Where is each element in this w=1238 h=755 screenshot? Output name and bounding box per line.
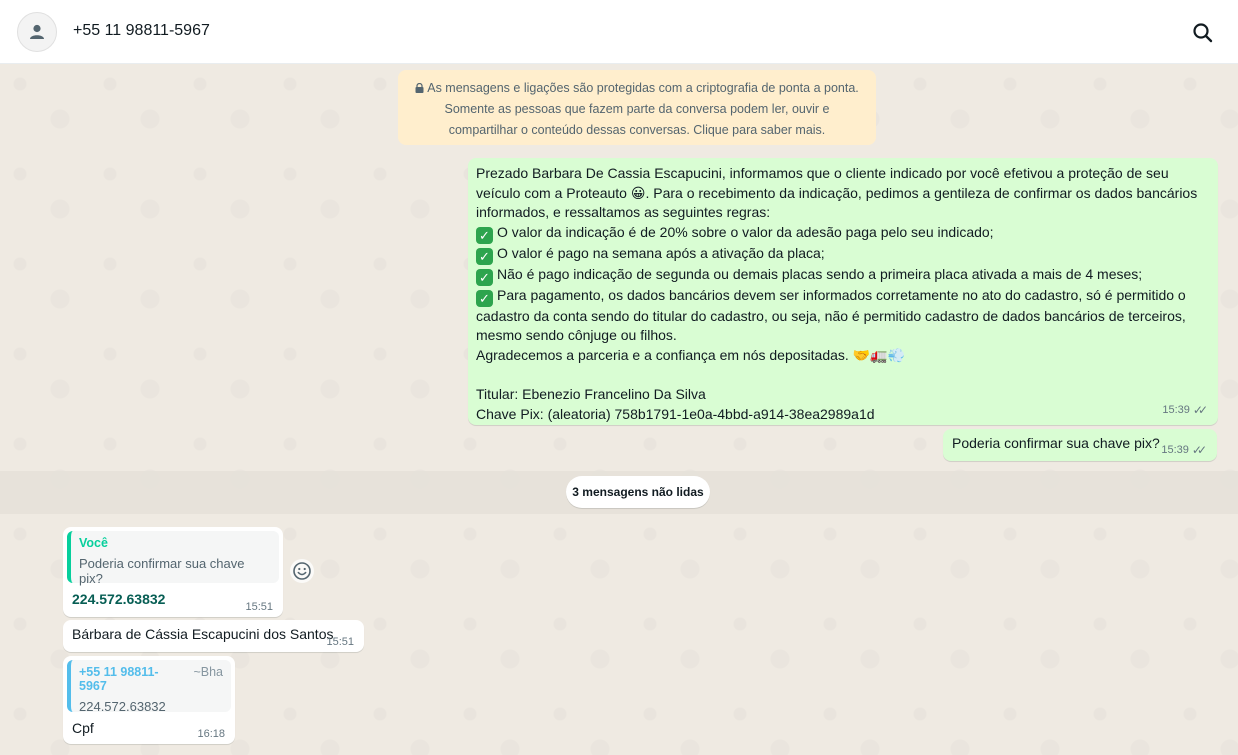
react-button[interactable] xyxy=(290,559,314,583)
outgoing-message-rules[interactable]: Prezado Barbara De Cassia Escapucini, in… xyxy=(468,158,1218,425)
incoming-message-name[interactable]: Bárbara de Cássia Escapucini dos Santos … xyxy=(63,620,364,652)
rule-item: ✓ O valor é pago na semana após a ativaçã… xyxy=(476,244,1210,265)
message-time: 15:39 xyxy=(1162,404,1190,417)
message-time: 16:18 xyxy=(197,728,225,740)
message-meta: 16:18 xyxy=(197,728,225,740)
double-check-icon: ✓✓ xyxy=(1192,403,1208,418)
chat-area: As mensagens e ligações são protegidas c… xyxy=(0,64,1238,755)
message-text: Poderia confirmar sua chave pix? xyxy=(952,435,1160,451)
message-meta: 15:51 xyxy=(245,601,273,613)
quote-author-number: +55 11 98811-5967 xyxy=(79,665,159,693)
contact-avatar[interactable] xyxy=(17,12,57,52)
double-check-icon: ✓✓ xyxy=(1191,443,1207,457)
message-meta: 15:39 ✓✓ xyxy=(1161,443,1207,457)
message-meta: 15:51 xyxy=(326,636,354,648)
check-mark-icon: ✓ xyxy=(476,226,493,244)
person-icon xyxy=(30,24,44,39)
incoming-reply-message[interactable]: Você Poderia confirmar sua chave pix? 22… xyxy=(63,527,283,617)
message-time: 15:51 xyxy=(245,601,273,613)
quoted-message[interactable]: Você Poderia confirmar sua chave pix? xyxy=(67,531,279,586)
unread-count-badge: 3 mensagens não lidas xyxy=(566,476,710,508)
message-text: Bárbara de Cássia Escapucini dos Santos xyxy=(72,626,334,642)
contact-name[interactable]: +55 11 98811-5967 xyxy=(73,22,210,40)
lock-icon xyxy=(415,82,424,93)
quote-text: 224.572.63832 xyxy=(79,699,166,714)
incoming-reply-cpf[interactable]: +55 11 98811-5967 ~Bha 224.572.63832 Cpf… xyxy=(63,656,235,744)
check-mark-icon: ✓ xyxy=(476,289,493,307)
check-mark-icon: ✓ xyxy=(476,268,493,286)
message-time: 15:39 xyxy=(1161,444,1189,456)
quote-header: +55 11 98811-5967 ~Bha xyxy=(79,665,223,693)
message-thanks: Agradecemos a parceria e a confiança em … xyxy=(476,346,905,363)
outgoing-message-question[interactable]: Poderia confirmar sua chave pix? 15:39 ✓… xyxy=(943,429,1217,461)
pix-key: Chave Pix: (aleatoria) 758b1791-1e0a-4bb… xyxy=(476,405,875,422)
rule-item: ✓ Não é pago indicação de segunda ou dema… xyxy=(476,265,1210,286)
account-holder: Titular: Ebenezio Francelino Da Silva xyxy=(476,386,706,403)
search-icon xyxy=(1193,23,1213,43)
rule-item: ✓ O valor da indicação é de 20% sobre o v… xyxy=(476,223,1210,244)
message-meta: 15:39 ✓✓ xyxy=(1162,401,1208,421)
check-mark-icon: ✓ xyxy=(476,247,493,265)
quote-author-alias: ~Bha xyxy=(193,665,223,679)
quoted-message[interactable]: +55 11 98811-5967 ~Bha 224.572.63832 xyxy=(67,660,231,714)
chat-header: +55 11 98811-5967 xyxy=(0,0,1238,64)
encryption-notice[interactable]: As mensagens e ligações são protegidas c… xyxy=(398,70,876,145)
rule-item: ✓ Para pagamento, os dados bancários deve… xyxy=(476,286,1186,344)
quote-author: Você xyxy=(79,536,108,550)
message-time: 15:51 xyxy=(326,636,354,648)
quote-text: Poderia confirmar sua chave pix? xyxy=(79,556,245,586)
search-button[interactable] xyxy=(1190,20,1216,46)
encryption-notice-text: As mensagens e ligações são protegidas c… xyxy=(427,81,859,137)
message-intro: Prezado Barbara De Cassia Escapucini, in… xyxy=(476,165,1198,221)
smiley-icon xyxy=(293,562,311,580)
